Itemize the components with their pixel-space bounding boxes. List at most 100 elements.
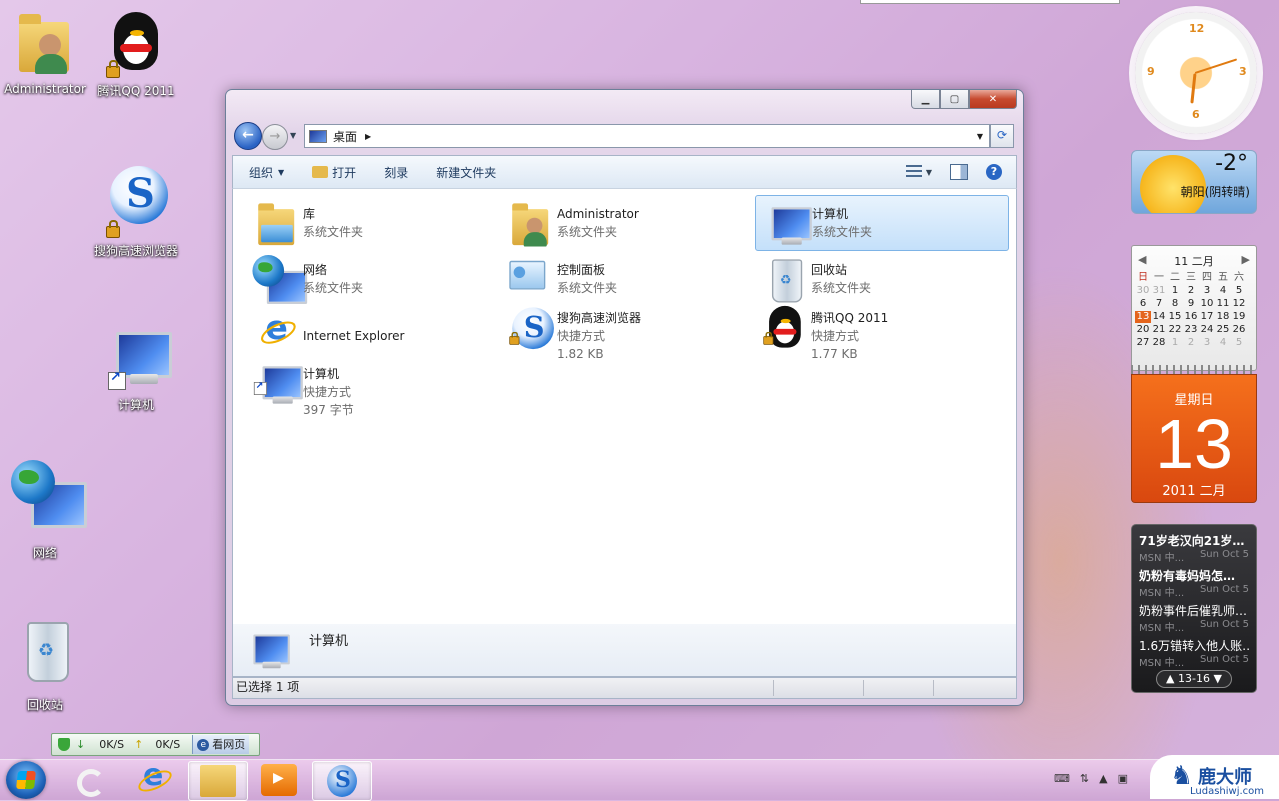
calendar-day[interactable]: 23	[1183, 324, 1199, 336]
list-item-computer[interactable]: 计算机 系统文件夹	[755, 195, 1009, 251]
list-item-control-panel[interactable]: 控制面板 系统文件夹	[501, 253, 753, 307]
calendar-day[interactable]: 5	[1231, 285, 1247, 297]
open-button[interactable]: 打开	[312, 164, 356, 181]
calendar-day[interactable]: 30	[1135, 285, 1151, 297]
list-item-network[interactable]: 网络 系统文件夹	[247, 253, 499, 307]
preview-pane-icon[interactable]	[950, 164, 968, 180]
calendar-day[interactable]: 4	[1215, 337, 1231, 349]
news-item[interactable]: 1.6万错转入他人账… MSN 中... Sun Oct 5	[1132, 634, 1256, 669]
calendar-day[interactable]: 18	[1215, 311, 1231, 323]
calendar-day[interactable]: 4	[1215, 285, 1231, 297]
calendar-day[interactable]: 17	[1199, 311, 1215, 323]
status-bar: 已选择 1 项	[232, 677, 1017, 699]
list-item-internet-explorer[interactable]: Internet Explorer	[247, 308, 499, 363]
address-dropdown-icon[interactable]: ▼	[977, 132, 983, 141]
calendar-day[interactable]: 1	[1167, 285, 1183, 297]
address-location[interactable]: 桌面	[333, 128, 357, 145]
clock-gadget[interactable]: 12 3 6 9	[1135, 12, 1257, 134]
list-item-sogou-browser[interactable]: 搜狗高速浏览器快捷方式 1.82 KB	[501, 301, 753, 361]
desktop-icon-recycle-bin[interactable]: 回收站	[0, 616, 93, 713]
calendar-weekday: 二	[1170, 272, 1180, 283]
burn-button[interactable]: 刻录	[384, 164, 408, 181]
calendar-day[interactable]: 24	[1199, 324, 1215, 336]
news-pager[interactable]: ▲ 13-16 ▼	[1156, 670, 1232, 688]
view-dropdown-icon[interactable]: ▼	[926, 168, 932, 177]
list-item-computer-shortcut[interactable]: 计算机快捷方式 397 字节	[247, 357, 499, 417]
desktop-icon-sogou[interactable]: 搜狗高速浏览器	[88, 160, 184, 259]
calendar-day[interactable]: 15	[1167, 311, 1183, 323]
calendar-day[interactable]: 9	[1183, 298, 1199, 310]
address-bar[interactable]: 桌面 ▶ ▼	[304, 124, 990, 148]
prev-month-icon[interactable]: ◀	[1138, 253, 1146, 266]
calendar-day[interactable]: 8	[1167, 298, 1183, 310]
calendar-day[interactable]: 2	[1183, 285, 1199, 297]
new-folder-button[interactable]: 新建文件夹	[436, 164, 496, 181]
calendar-day[interactable]: 7	[1151, 298, 1167, 310]
keyboard-icon[interactable]: ⌨	[1054, 772, 1070, 785]
calendar-day[interactable]: 22	[1167, 324, 1183, 336]
desktop-icon-network[interactable]: 网络	[0, 460, 93, 561]
calendar-day[interactable]: 1	[1167, 337, 1183, 349]
browse-web-button[interactable]: e 看网页	[192, 735, 250, 754]
calendar-day[interactable]: 10	[1199, 298, 1215, 310]
calendar-day[interactable]: 14	[1151, 311, 1167, 323]
new-folder-label: 新建文件夹	[436, 165, 497, 180]
next-month-icon[interactable]: ▶	[1242, 253, 1250, 266]
taskbar-loading-app[interactable]	[60, 761, 118, 799]
calendar-day[interactable]: 16	[1183, 311, 1199, 323]
news-item[interactable]: 奶粉事件后催乳师… MSN 中... Sun Oct 5	[1132, 599, 1256, 634]
clock-numeral: 3	[1239, 65, 1247, 78]
taskbar-sogou-browser[interactable]	[312, 761, 372, 801]
calendar-day[interactable]: 19	[1231, 311, 1247, 323]
calendar-day[interactable]: 31	[1151, 285, 1167, 297]
forward-button[interactable]: →	[262, 124, 288, 150]
calendar-day[interactable]: 11	[1215, 298, 1231, 310]
breadcrumb-chevron-icon[interactable]: ▶	[365, 132, 371, 141]
calendar-day[interactable]: 20	[1135, 324, 1151, 336]
desktop-icon-qq[interactable]: 腾讯QQ 2011	[88, 8, 184, 99]
calendar-day[interactable]: 2	[1183, 337, 1199, 349]
clock-numeral: 9	[1147, 65, 1155, 78]
calendar-day[interactable]: 3	[1199, 285, 1215, 297]
calendar-day[interactable]: 28	[1151, 337, 1167, 349]
taskbar-media-player[interactable]	[250, 761, 308, 799]
list-item-qq[interactable]: 腾讯QQ 2011 快捷方式 1.77 KB	[755, 301, 1007, 361]
weather-gadget[interactable]: -2° 朝阳(阴转晴)	[1131, 150, 1257, 214]
minimize-button[interactable]: ▁	[911, 90, 940, 109]
organize-button[interactable]: 组织 ▼	[249, 164, 284, 181]
start-button[interactable]	[6, 761, 46, 799]
calendar-day[interactable]: 21	[1151, 324, 1167, 336]
calendar-day[interactable]: 5	[1231, 337, 1247, 349]
maximize-button[interactable]: ▢	[940, 90, 969, 109]
close-button[interactable]: ✕	[969, 90, 1017, 109]
news-item[interactable]: 奶粉有毒妈妈怎… MSN 中... Sun Oct 5	[1132, 564, 1256, 599]
network-tray-icon[interactable]: ▣	[1118, 772, 1128, 785]
date-gadget[interactable]: 星期日 13 2011 二月	[1131, 374, 1257, 503]
calendar-day[interactable]: 12	[1231, 298, 1247, 310]
list-item-recycle-bin[interactable]: 回收站系统文件夹	[755, 253, 1007, 307]
taskbar-explorer[interactable]	[188, 761, 248, 801]
help-icon[interactable]: ?	[986, 164, 1002, 180]
change-view-icon[interactable]	[905, 165, 922, 179]
calendar-day[interactable]: 3	[1199, 337, 1215, 349]
calendar-day[interactable]: 26	[1231, 324, 1247, 336]
pager-up-icon[interactable]: ▲	[1166, 672, 1174, 685]
news-item[interactable]: 71岁老汉向21岁… MSN 中... Sun Oct 5	[1132, 529, 1256, 564]
desktop-icon-computer[interactable]: 计算机	[88, 322, 184, 413]
back-button[interactable]: ←	[234, 122, 262, 150]
calendar-gadget[interactable]: ◀ 11 二月 ▶ 日一二三四五六 30 31 1 2 3 4 5 6 7 8 9 10 11 12 13 14…	[1131, 245, 1257, 371]
calendar-day[interactable]: 25	[1215, 324, 1231, 336]
input-method-icon[interactable]: ⇅	[1080, 772, 1089, 785]
net-speed-bar[interactable]: ↓ 0K/S ↑ 0K/S e 看网页	[51, 733, 260, 756]
calendar-day[interactable]: 13	[1135, 311, 1151, 323]
list-item-administrator[interactable]: Administrator 系统文件夹	[501, 197, 753, 251]
recent-pages-dropdown[interactable]: ▼	[290, 131, 296, 140]
list-item-libraries[interactable]: 库系统文件夹	[247, 197, 499, 251]
show-hidden-icons[interactable]: ▲	[1099, 772, 1107, 785]
calendar-day[interactable]: 6	[1135, 298, 1151, 310]
refresh-button[interactable]: ⟳	[990, 124, 1014, 148]
pager-down-icon[interactable]: ▼	[1213, 672, 1221, 685]
taskbar-internet-explorer[interactable]	[124, 758, 182, 799]
desktop-icon-administrator[interactable]: Administrator	[0, 8, 93, 96]
calendar-day[interactable]: 27	[1135, 337, 1151, 349]
